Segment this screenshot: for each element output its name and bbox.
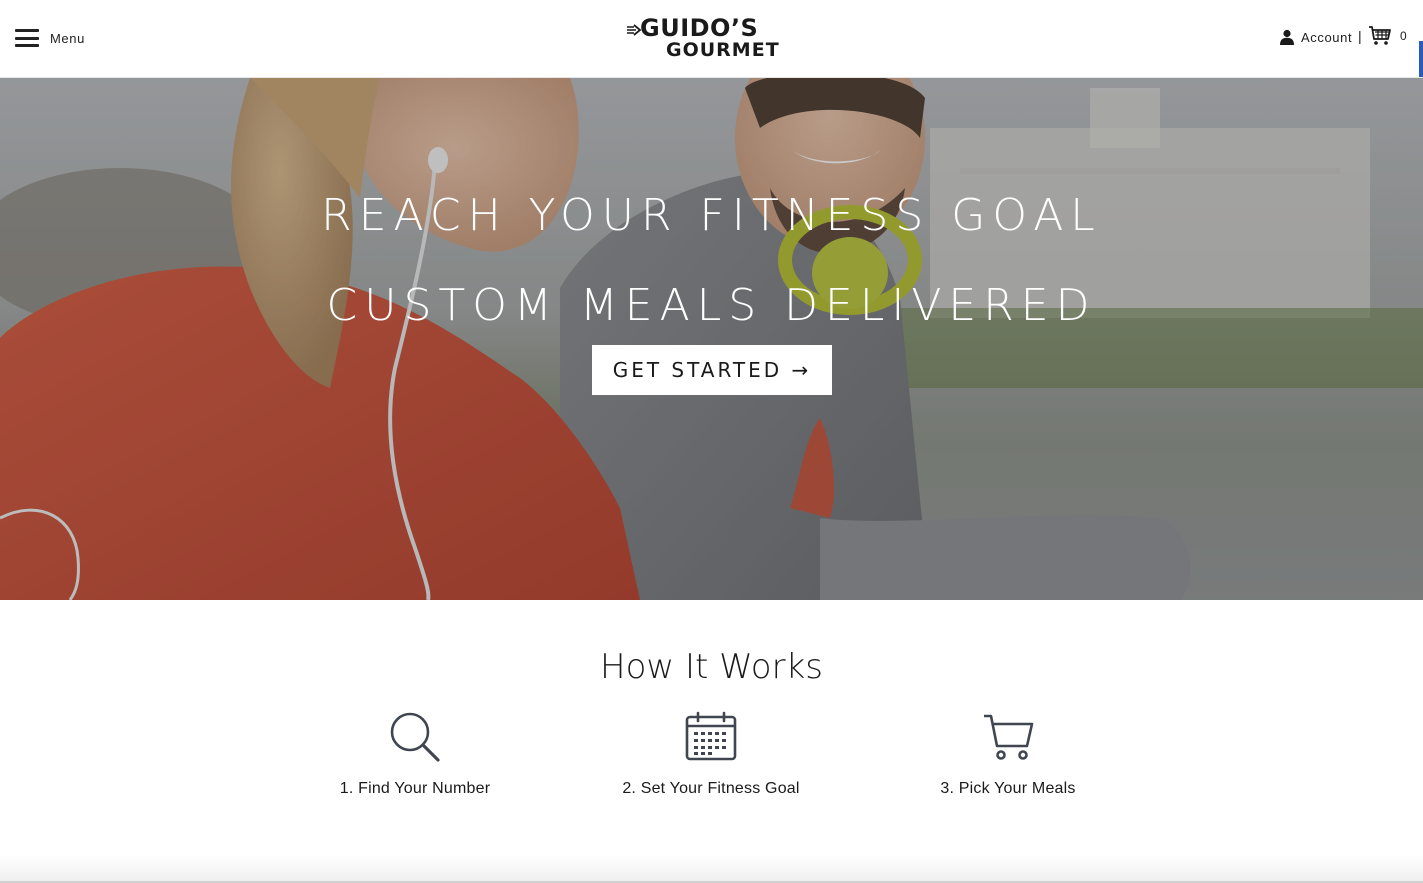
cart-link[interactable]: 0 [1368,25,1407,47]
user-icon [1280,29,1294,45]
site-header: Menu GUIDO’S GOURMET Account | 0 [0,0,1423,78]
menu-label: Menu [50,30,85,46]
page-bottom-fade [0,855,1423,883]
search-icon [390,712,440,762]
account-link[interactable]: Account [1279,27,1352,47]
hamburger-icon [15,29,39,47]
hero-banner: REACH YOUR FITNESS GOAL CUSTOM MEALS DEL… [0,78,1423,600]
cart-count-badge: 0 [1400,29,1407,43]
how-it-works-heading: How It Works [600,647,823,687]
logo-text-line1: GUIDO’S [640,14,759,42]
calendar-icon [685,711,737,761]
hero-heading-line2: CUSTOM MEALS DELIVERED [326,280,1097,331]
logo-text-line2: GOURMET [666,39,780,61]
get-started-button[interactable]: GET STARTED → [592,345,832,395]
side-feedback-tab[interactable] [1419,41,1423,77]
cart-icon [984,714,1034,760]
account-label: Account [1301,29,1353,45]
menu-button[interactable]: Menu [15,27,85,49]
hero-heading-line1: REACH YOUR FITNESS GOAL [321,190,1102,241]
step-label: 3. Pick Your Meals [940,780,1076,797]
site-logo[interactable]: GUIDO’S GOURMET [626,14,794,64]
step-set-fitness-goal[interactable]: 2. Set Your Fitness Goal [591,710,831,798]
hero-overlay [0,78,1423,600]
step-find-your-number[interactable]: 1. Find Your Number [295,710,535,798]
step-label: 1. Find Your Number [339,780,491,797]
header-separator: | [1358,28,1362,44]
step-label: 2. Set Your Fitness Goal [622,780,800,797]
shopping-cart-icon [1369,26,1391,45]
step-pick-your-meals[interactable]: 3. Pick Your Meals [888,710,1128,798]
